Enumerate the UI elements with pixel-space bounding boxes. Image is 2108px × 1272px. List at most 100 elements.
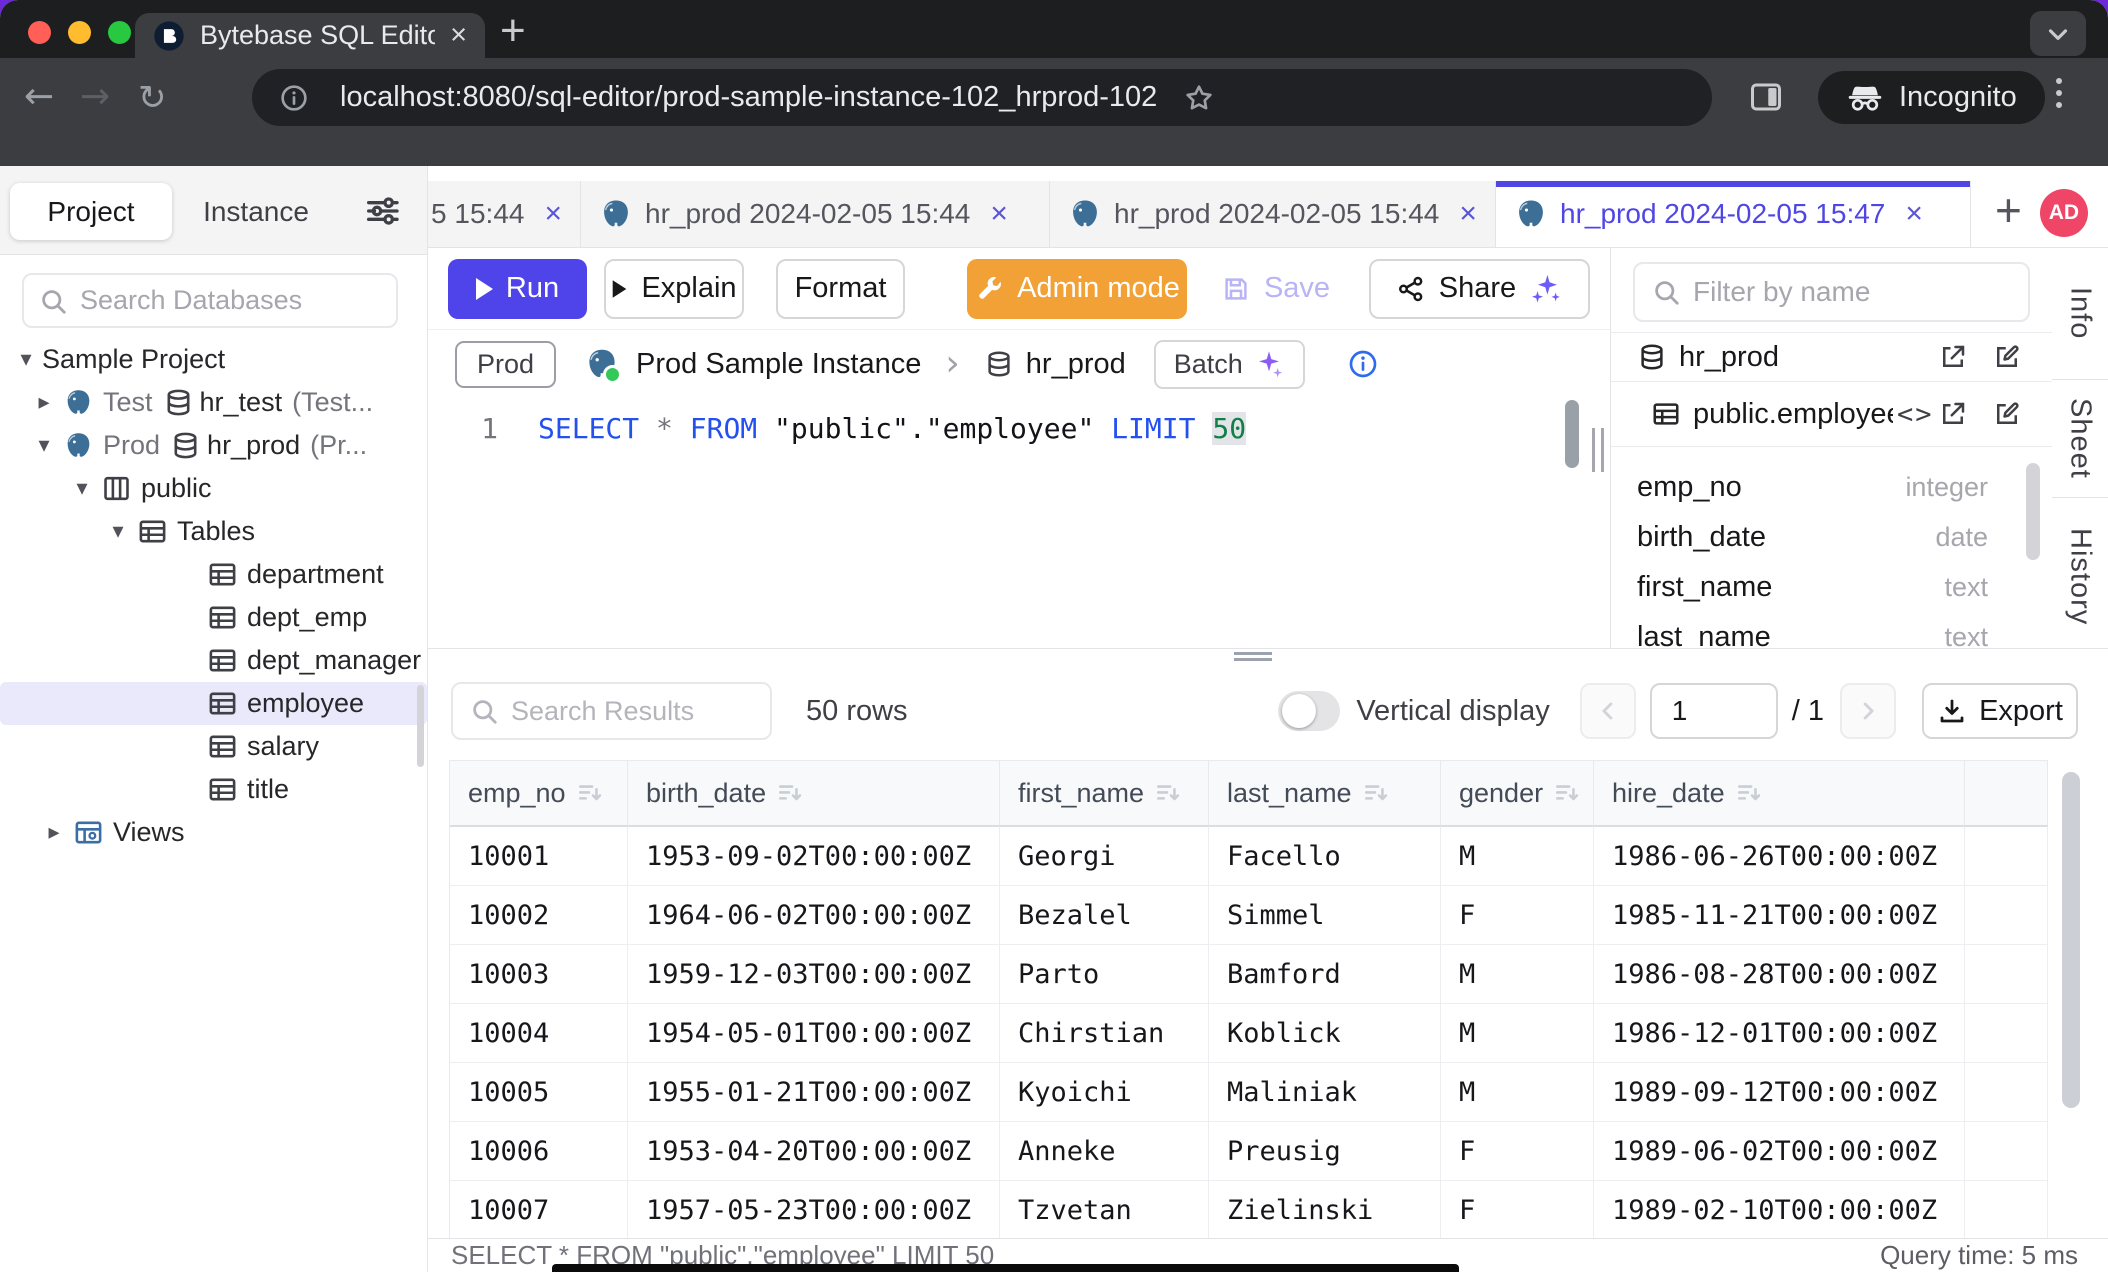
cell-emp_no-row4[interactable]: 10004 — [450, 1004, 628, 1063]
panel-resize-handle[interactable] — [1592, 428, 1604, 472]
cell-birth_date-row2[interactable]: 1964-06-02T00:00:00Z — [628, 886, 1000, 945]
next-page-button[interactable] — [1840, 683, 1896, 739]
caret-down-icon[interactable]: ▾ — [66, 476, 98, 501]
edit-icon[interactable] — [1992, 399, 2022, 429]
external-link-icon[interactable] — [1938, 399, 1968, 429]
cell-last_name-row3[interactable]: Bamford — [1209, 945, 1441, 1004]
cell-hire_date-row5[interactable]: 1989-09-12T00:00:00Z — [1594, 1063, 1965, 1122]
caret-right-icon[interactable]: ▸ — [38, 820, 70, 845]
reload-button[interactable]: ↻ — [138, 78, 167, 118]
cell-gender-row6[interactable]: F — [1441, 1122, 1594, 1181]
caret-down-icon[interactable]: ▾ — [102, 519, 134, 544]
sort-icon[interactable] — [776, 779, 804, 807]
new-tab-button[interactable]: + — [500, 6, 526, 56]
cell-first_name-row3[interactable]: Parto — [1000, 945, 1209, 1004]
external-link-icon[interactable] — [1938, 342, 1968, 372]
cell-first_name-row6[interactable]: Anneke — [1000, 1122, 1209, 1181]
caret-down-icon[interactable]: ▾ — [28, 433, 60, 458]
edit-icon[interactable] — [1992, 342, 2022, 372]
rail-tab-history[interactable]: History — [2052, 498, 2108, 655]
column-header-first_name[interactable]: first_name — [1000, 761, 1209, 827]
tab-instance[interactable]: Instance — [192, 183, 320, 240]
column-row-birth_date[interactable]: birth_datedate — [1611, 512, 2052, 562]
cell-hire_date-row3[interactable]: 1986-08-28T00:00:00Z — [1594, 945, 1965, 1004]
cell-birth_date-row1[interactable]: 1953-09-02T00:00:00Z — [628, 827, 1000, 886]
export-button[interactable]: Export — [1922, 683, 2078, 739]
column-header-emp_no[interactable]: emp_no — [450, 761, 628, 827]
tab-search-button[interactable] — [2030, 11, 2086, 56]
tree-item-table-employee[interactable]: employee — [0, 682, 427, 725]
sort-icon[interactable] — [1553, 779, 1581, 807]
caret-right-icon[interactable]: ▸ — [28, 390, 60, 415]
column-row-emp_no[interactable]: emp_nointeger — [1611, 462, 2052, 512]
cell-emp_no-row2[interactable]: 10002 — [450, 886, 628, 945]
editor-scrollbar[interactable] — [1565, 400, 1579, 468]
sort-icon[interactable] — [1154, 779, 1182, 807]
run-button[interactable]: Run — [448, 259, 587, 319]
cell-first_name-row5[interactable]: Kyoichi — [1000, 1063, 1209, 1122]
side-panel-icon[interactable] — [1748, 79, 1784, 115]
tree-item-table-dept_emp[interactable]: dept_emp — [0, 596, 427, 639]
tree-item-test-hr_test[interactable]: ▸Testhr_test(Test... — [0, 381, 427, 424]
cell-last_name-row7[interactable]: Zielinski — [1209, 1181, 1441, 1240]
tree-item-table-dept_manager[interactable]: dept_manager — [0, 639, 427, 682]
explain-button[interactable]: Explain — [604, 259, 744, 319]
info-circle-icon[interactable] — [1347, 348, 1379, 380]
page-number-input[interactable] — [1650, 683, 1778, 739]
panel-scrollbar[interactable] — [2026, 463, 2040, 560]
cell-birth_date-row4[interactable]: 1954-05-01T00:00:00Z — [628, 1004, 1000, 1063]
editor-tab-2[interactable]: hr_prod 2024-02-05 15:44× — [581, 181, 1050, 247]
cell-birth_date-row5[interactable]: 1955-01-21T00:00:00Z — [628, 1063, 1000, 1122]
column-header-gender[interactable]: gender — [1441, 761, 1594, 827]
prev-page-button[interactable] — [1580, 683, 1636, 739]
results-search[interactable] — [451, 682, 772, 740]
cell-last_name-row5[interactable]: Maliniak — [1209, 1063, 1441, 1122]
cell-gender-row5[interactable]: M — [1441, 1063, 1594, 1122]
cell-first_name-row7[interactable]: Tzvetan — [1000, 1181, 1209, 1240]
avatar[interactable]: AD — [2040, 189, 2088, 237]
tree-item-table-salary[interactable]: salary — [0, 725, 427, 768]
close-tab-icon[interactable]: × — [990, 197, 1008, 231]
horizontal-splitter[interactable] — [428, 648, 2108, 662]
cell-hire_date-row1[interactable]: 1986-06-26T00:00:00Z — [1594, 827, 1965, 886]
format-button[interactable]: Format — [776, 259, 905, 319]
cell-first_name-row1[interactable]: Georgi — [1000, 827, 1209, 886]
cell-hire_date-row4[interactable]: 1986-12-01T00:00:00Z — [1594, 1004, 1965, 1063]
cell-first_name-row2[interactable]: Bezalel — [1000, 886, 1209, 945]
editor-tab-4[interactable]: hr_prod 2024-02-05 15:47× — [1496, 181, 1971, 247]
panel-database-row[interactable]: hr_prod — [1611, 332, 2052, 382]
database-search-input[interactable] — [80, 285, 382, 316]
cell-gender-row4[interactable]: M — [1441, 1004, 1594, 1063]
filter-settings-icon[interactable] — [362, 191, 402, 231]
close-tab-icon[interactable]: × — [544, 197, 562, 231]
browser-tab[interactable]: Bytebase SQL Editor × — [135, 13, 485, 58]
cell-last_name-row2[interactable]: Simmel — [1209, 886, 1441, 945]
results-search-input[interactable] — [511, 696, 754, 727]
cell-gender-row2[interactable]: F — [1441, 886, 1594, 945]
column-row-first_name[interactable]: first_nametext — [1611, 562, 2052, 612]
zoom-window-button[interactable] — [108, 21, 131, 44]
cell-hire_date-row2[interactable]: 1985-11-21T00:00:00Z — [1594, 886, 1965, 945]
column-header-last_name[interactable]: last_name — [1209, 761, 1441, 827]
database-name[interactable]: hr_prod — [1026, 348, 1126, 381]
close-tab-icon[interactable]: × — [450, 21, 467, 50]
filter-by-name-input[interactable] — [1693, 276, 2012, 308]
close-window-button[interactable] — [28, 21, 51, 44]
column-header-hire_date[interactable]: hire_date — [1594, 761, 1965, 827]
tree-item-tables[interactable]: ▾Tables — [0, 510, 427, 553]
cell-hire_date-row6[interactable]: 1989-06-02T00:00:00Z — [1594, 1122, 1965, 1181]
code-icon[interactable]: <> — [1897, 399, 1934, 430]
sparkles-icon[interactable] — [1529, 272, 1563, 306]
cell-last_name-row6[interactable]: Preusig — [1209, 1122, 1441, 1181]
cell-gender-row3[interactable]: M — [1441, 945, 1594, 1004]
admin-mode-button[interactable]: Admin mode — [967, 259, 1187, 319]
cell-gender-row1[interactable]: M — [1441, 827, 1594, 886]
new-query-tab-button[interactable]: + — [1995, 187, 2022, 233]
tree-item-views[interactable]: ▸Views — [0, 811, 427, 854]
tree-item-table-title[interactable]: title — [0, 768, 427, 811]
tree-item-sample-project[interactable]: ▾Sample Project — [0, 338, 427, 381]
results-scrollbar[interactable] — [2062, 772, 2080, 1108]
share-button[interactable]: Share — [1369, 259, 1590, 319]
cell-emp_no-row3[interactable]: 10003 — [450, 945, 628, 1004]
sql-editor[interactable]: 1 SELECT * FROM "public"."employee" LIMI… — [428, 392, 1610, 648]
